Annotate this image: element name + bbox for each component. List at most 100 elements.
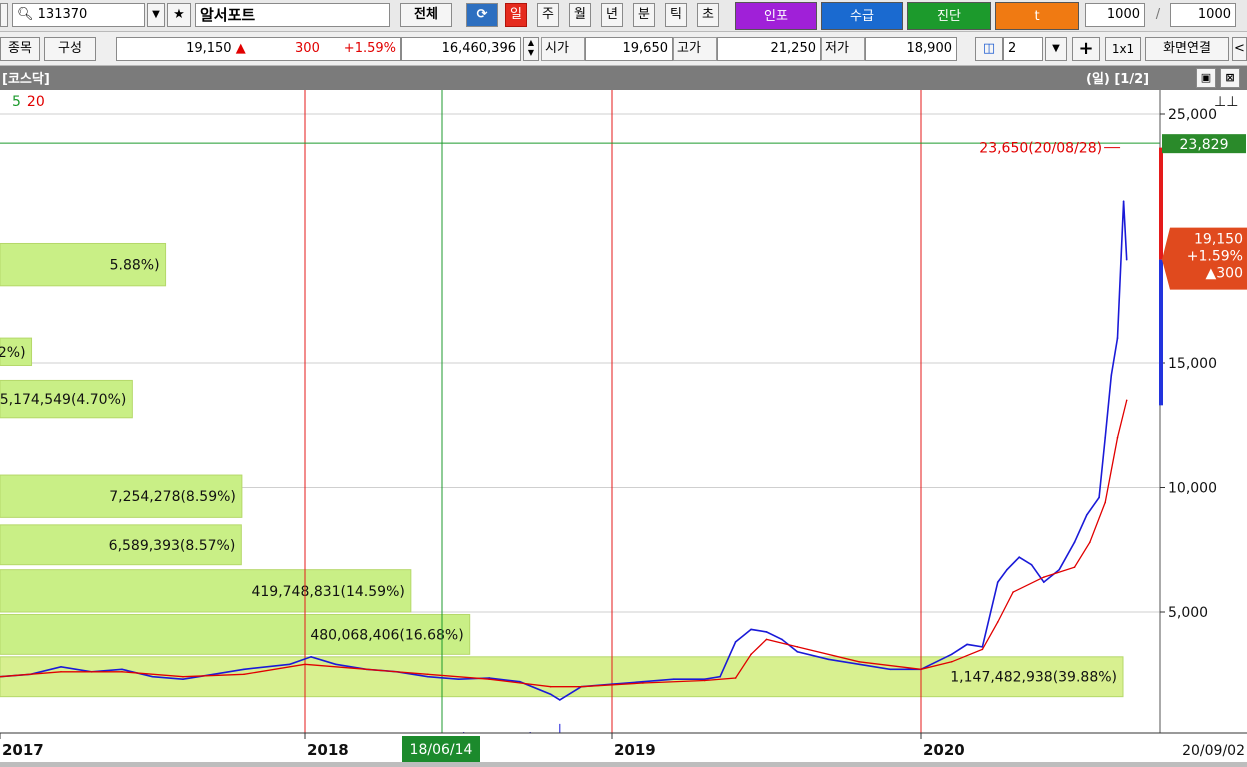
change-percent: +1.59% [343,41,396,56]
close-icon[interactable]: ⊠ [1220,68,1240,88]
series-0-point-12 [288,663,291,666]
period-tab-4[interactable]: 분 [633,3,655,27]
series-0-point-38 [950,653,953,656]
restore-icon[interactable]: ▣ [1196,68,1216,88]
layout-count[interactable]: 2 [1003,37,1043,61]
series-1-point-3 [121,670,123,673]
series-1-point-13 [703,679,706,682]
volume-profile-label-2: 419,748,831(14.59%) [251,584,404,600]
high-value: 21,250 [717,37,821,61]
feature-button-2[interactable]: 진단 [907,2,991,30]
price-field: 19,150 ▲ 300 +1.59% [116,37,401,61]
series-0-point-49 [1098,496,1100,499]
code-dropdown-button[interactable]: ▼ [147,3,165,27]
count-field-2[interactable]: 1000 [1170,3,1236,27]
series-0-point-46 [1058,568,1060,571]
series-0-point-10 [212,673,215,676]
series-1-point-4 [182,675,184,678]
change-arrow-icon: ▲ [235,41,246,56]
series-1-point-11 [580,685,583,688]
screen-link-button[interactable]: 화면연결 [1145,37,1229,61]
ma-legend: 5 20 [12,94,45,110]
open-label: 시가 [541,37,585,61]
period-tab-5[interactable]: 틱 [665,3,687,27]
series-0-point-36 [889,668,891,671]
volume-profile-label-7: 5.88%) [110,258,160,274]
period-tab-2[interactable]: 월 [569,3,591,27]
series-0-point-31 [765,631,768,633]
series-1-point-23 [1012,591,1014,593]
series-1-point-2 [60,670,62,673]
series-0-point-48 [1085,514,1088,516]
series-1-point-28 [1116,436,1119,439]
period-tab-3[interactable]: 년 [601,3,623,27]
series-0-point-29 [734,641,737,643]
feature-button-3[interactable]: t [995,2,1079,30]
quote-bar: 종목 구성 19,150 ▲ 300 +1.59% 16,460,396 ▲ ▼ … [0,32,1247,66]
period-tab-6[interactable]: 초 [697,3,719,27]
layout-icon[interactable]: ◫ [975,37,1003,61]
series-0-point-28 [719,675,721,678]
series-0-point-39 [966,643,968,646]
series-0-point-33 [796,651,799,653]
refresh-icon[interactable]: ⟳ [466,3,498,27]
bottom-scroll-strip [0,762,1247,767]
stock-code-value: 131370 [37,7,88,22]
market-label: [코스닥] [2,72,50,87]
compose-button[interactable]: 구성 [44,37,96,61]
feature-button-1[interactable]: 수급 [821,2,903,30]
series-0-point-26 [673,678,675,681]
series-1-point-9 [488,678,491,681]
search-icon[interactable]: 🔍︎ [17,7,34,22]
price-tick-label-3: 25,000 [1168,107,1217,123]
series-0-point-47 [1073,541,1076,544]
price-tick-label-1: 10,000 [1168,481,1217,497]
volume-profile-label-6: (1.12%) [0,345,26,361]
stock-name-field[interactable]: 알서포트 [195,3,390,27]
time-tick-label-1: 2018 [307,741,349,759]
count-field-1[interactable]: 1000 [1085,3,1145,27]
volume-spinner[interactable]: ▲ ▼ [523,37,539,61]
series-1-point-8 [427,673,429,676]
last-date-label: 20/09/02 [1182,743,1245,759]
series-0-point-51 [1110,374,1113,377]
current-price-marker-label-2: ▲300 [1206,266,1244,282]
item-button[interactable]: 종목 [0,37,40,61]
series-1-point-16 [765,638,768,641]
price-tick-label-2: 15,000 [1168,356,1217,372]
main-toolbar: 🔍︎ 131370 ▼ ★ 알서포트 전체 ⟳ 일주월년분틱초 인포 수급 진단 t … [0,0,1247,32]
edge-button[interactable] [0,3,8,27]
price-chart[interactable]: 1,147,482,938(39.88%) 480,068,406(16.68%)… [0,90,1247,767]
time-tick-label-0: 2017 [2,741,44,759]
period-page-label: (일) [1/2] [1086,72,1150,87]
more-button[interactable]: < [1232,37,1247,61]
series-1-point-24 [1043,576,1045,578]
volume-profile-label-4: 7,254,278(8.59%) [109,489,236,505]
ratio-button[interactable]: 1x1 [1105,37,1141,61]
feature-button-0[interactable]: 인포 [735,2,817,30]
range-bar-down [1159,259,1163,406]
feature-buttons: 인포 수급 진단 t [735,0,1080,32]
series-1-point-12 [642,682,644,684]
series-0-point-35 [858,663,860,666]
favorite-star-icon[interactable]: ★ [167,3,191,27]
period-tab-1[interactable]: 주 [537,3,559,27]
series-1-point-27 [1104,501,1106,504]
layout-dropdown-button[interactable]: ▼ [1045,37,1067,61]
series-1-point-19 [920,668,922,671]
all-button[interactable]: 전체 [400,3,452,27]
series-0-point-45 [1043,581,1045,583]
series-1-point-10 [549,685,552,688]
series-0-point-34 [827,658,830,661]
series-0-point-14 [334,663,337,666]
volume-field: 16,460,396 [401,37,521,61]
series-0-point-42 [1006,568,1008,571]
volume-profile-label-1: 480,068,406(16.68%) [310,627,463,643]
current-price: 19,150 [186,41,232,56]
series-1-point-15 [750,653,752,656]
period-tab-0[interactable]: 일 [505,3,527,27]
stock-code-field[interactable]: 🔍︎ 131370 [12,3,145,27]
series-0-point-32 [781,638,783,641]
series-0-point-17 [427,675,429,678]
add-button[interactable]: + [1072,37,1100,61]
